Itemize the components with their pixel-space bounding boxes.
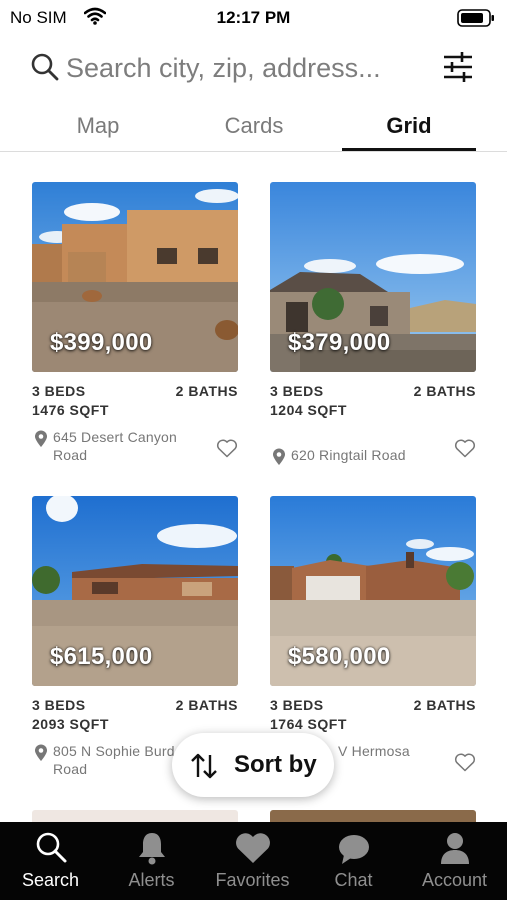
listing-price: $580,000 [288, 643, 391, 670]
bottom-tab-bar: Search Alerts Favorites Chat Account [0, 822, 507, 900]
favorite-heart-icon[interactable] [216, 438, 238, 463]
search-input[interactable] [66, 48, 426, 88]
view-tabs: Map Cards Grid [0, 104, 507, 152]
favorite-heart-icon[interactable] [454, 438, 476, 463]
nav-label: Account [421, 870, 488, 890]
listing-photo-partial[interactable] [270, 810, 476, 822]
heart-icon [202, 830, 303, 866]
listing-sqft: 2093 SQFT [32, 716, 109, 732]
listing-sqft: 1476 SQFT [32, 402, 109, 418]
search-icon [0, 830, 101, 866]
listing-price: $615,000 [50, 643, 153, 670]
listings-grid: $399,000 3 BEDS 2 BATHS 1476 SQFT 645 De… [0, 152, 507, 822]
nav-favorites[interactable]: Favorites [202, 822, 303, 900]
listing-card[interactable]: $379,000 3 BEDS 2 BATHS 1204 SQFT 620 Ri… [270, 182, 476, 482]
listing-photo: $379,000 [270, 182, 476, 372]
favorite-heart-icon[interactable] [454, 752, 476, 777]
listing-baths: 2 BATHS [413, 697, 476, 713]
listing-photo-partial[interactable] [32, 810, 238, 822]
location-pin-icon [272, 448, 286, 471]
listing-photo: $615,000 [32, 496, 238, 686]
filter-sliders-icon[interactable] [441, 50, 475, 89]
listing-address: V Hermosa [338, 743, 410, 759]
listing-beds: 3 BEDS [32, 697, 86, 713]
status-bar: No SIM 12:17 PM [0, 0, 507, 34]
nav-account[interactable]: Account [404, 822, 505, 900]
nav-label: Alerts [128, 870, 175, 890]
location-pin-icon [34, 430, 48, 453]
nav-label: Favorites [215, 870, 290, 890]
listing-beds: 3 BEDS [270, 383, 324, 399]
listing-baths: 2 BATHS [413, 383, 476, 399]
bell-icon [101, 830, 202, 866]
tab-map[interactable]: Map [28, 104, 168, 151]
nav-alerts[interactable]: Alerts [101, 822, 202, 900]
listing-card[interactable]: $399,000 3 BEDS 2 BATHS 1476 SQFT 645 De… [32, 182, 238, 482]
listing-beds: 3 BEDS [32, 383, 86, 399]
listing-address: 645 Desert Canyon Road [53, 429, 178, 463]
search-icon [30, 52, 60, 87]
listing-baths: 2 BATHS [175, 697, 238, 713]
listing-photo: $399,000 [32, 182, 238, 372]
nav-label: Search [21, 870, 80, 890]
battery-icon [457, 9, 495, 27]
tab-grid[interactable]: Grid [342, 104, 476, 151]
listing-price: $379,000 [288, 329, 391, 356]
listing-photo: $580,000 [270, 496, 476, 686]
listing-sqft: 1204 SQFT [270, 402, 347, 418]
sort-by-button[interactable]: Sort by [172, 733, 334, 797]
nav-search[interactable]: Search [0, 822, 101, 900]
listing-baths: 2 BATHS [175, 383, 238, 399]
location-pin-icon [34, 744, 48, 767]
listing-price: $399,000 [50, 329, 153, 356]
clock: 12:17 PM [216, 8, 291, 27]
tab-cards[interactable]: Cards [184, 104, 324, 151]
nav-label: Chat [334, 870, 373, 890]
sort-arrows-icon [189, 752, 219, 785]
sort-by-label: Sort by [234, 751, 317, 778]
person-icon [404, 830, 505, 866]
listing-sqft: 1764 SQFT [270, 716, 347, 732]
chat-bubble-icon [303, 830, 404, 866]
nav-chat[interactable]: Chat [303, 822, 404, 900]
search-bar [0, 40, 507, 96]
listing-address: 620 Ringtail Road [291, 447, 406, 463]
listing-beds: 3 BEDS [270, 697, 324, 713]
